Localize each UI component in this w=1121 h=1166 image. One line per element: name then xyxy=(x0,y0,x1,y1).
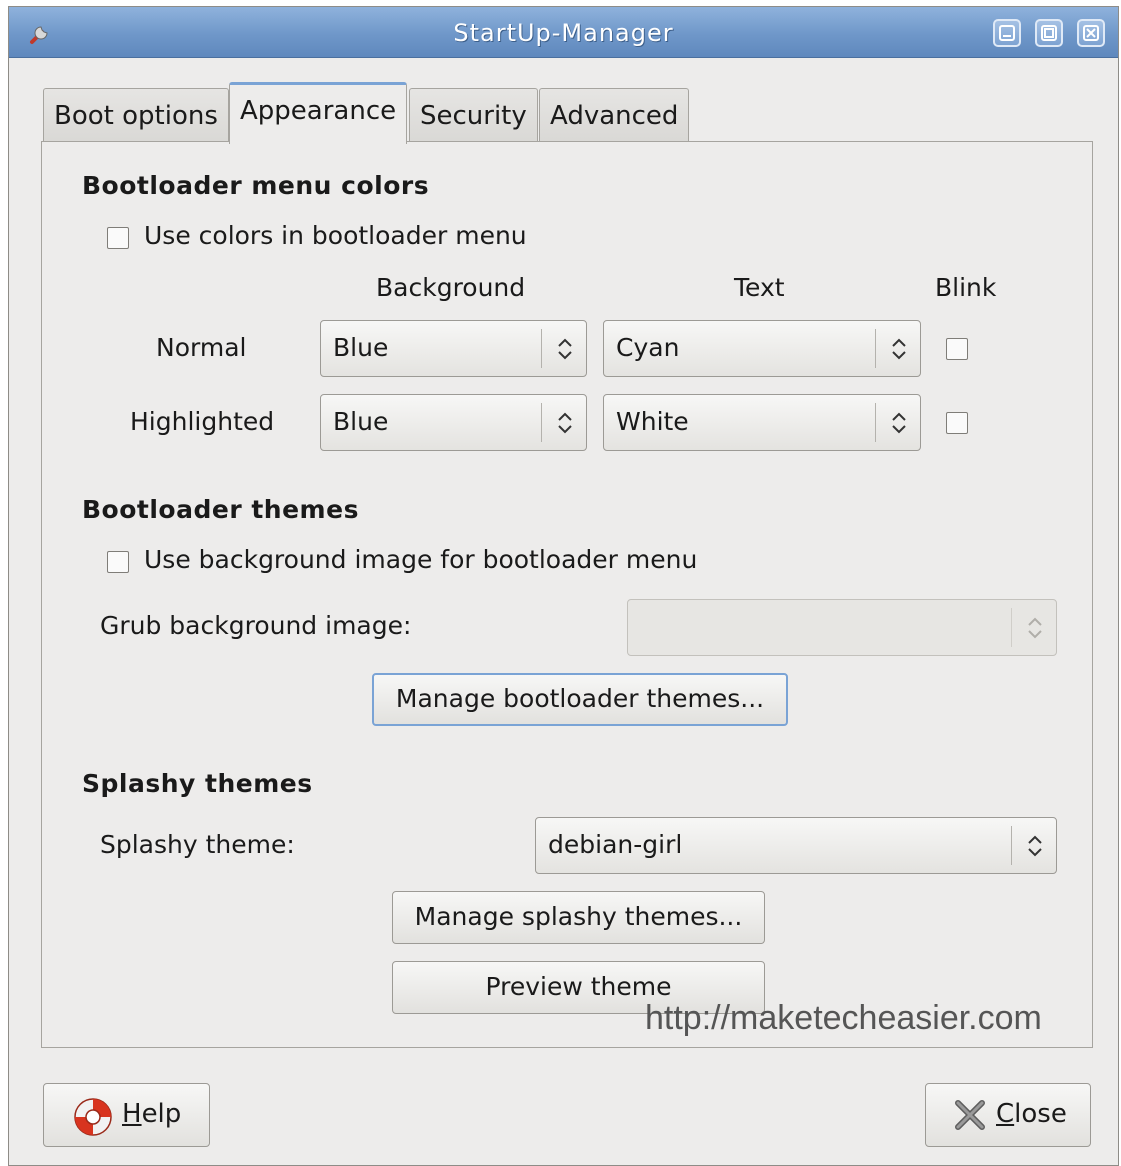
manage-splashy-themes-button[interactable]: Manage splashy themes... xyxy=(392,891,765,944)
combo-value: White xyxy=(616,407,689,436)
updown-arrow-icon xyxy=(892,338,906,360)
watermark-text: http://maketecheasier.com xyxy=(645,999,1042,1037)
section-heading-themes: Bootloader themes xyxy=(82,495,359,524)
column-header-blink: Blink xyxy=(935,273,997,302)
window-close-button[interactable] xyxy=(1077,19,1105,47)
normal-background-combo[interactable]: Blue xyxy=(320,320,587,377)
column-header-text: Text xyxy=(734,273,785,302)
normal-blink-checkbox[interactable] xyxy=(946,338,968,360)
column-header-background: Background xyxy=(376,273,526,302)
maximize-button[interactable] xyxy=(1035,19,1063,47)
close-button[interactable]: Close xyxy=(925,1083,1091,1147)
grub-background-combo[interactable] xyxy=(627,599,1057,656)
use-colors-checkbox[interactable] xyxy=(107,227,129,249)
x-icon xyxy=(952,1097,988,1140)
tab-advanced[interactable]: Advanced xyxy=(539,88,690,144)
updown-arrow-icon xyxy=(558,412,572,434)
use-colors-label[interactable]: Use colors in bootloader menu xyxy=(144,221,527,250)
close-button-label: Close xyxy=(996,1099,1067,1129)
minimize-button[interactable] xyxy=(993,19,1021,47)
close-mnemonic: C xyxy=(996,1099,1015,1129)
combo-value: Blue xyxy=(333,407,389,436)
row-label-normal: Normal xyxy=(156,333,247,362)
combo-value: Cyan xyxy=(616,333,680,362)
close-label-rest: lose xyxy=(1014,1099,1067,1129)
updown-arrow-icon xyxy=(558,338,572,360)
help-button[interactable]: Help xyxy=(43,1083,210,1147)
combo-value: debian-girl xyxy=(548,830,683,859)
title-bar[interactable]: StartUp-Manager xyxy=(9,7,1118,58)
help-label-rest: elp xyxy=(141,1099,182,1129)
splashy-theme-label: Splashy theme: xyxy=(100,830,295,859)
highlighted-blink-checkbox[interactable] xyxy=(946,412,968,434)
splashy-theme-combo[interactable]: debian-girl xyxy=(535,817,1057,874)
window-title: StartUp-Manager xyxy=(453,19,674,47)
combo-value: Blue xyxy=(333,333,389,362)
minimize-icon xyxy=(999,25,1015,41)
highlighted-text-combo[interactable]: White xyxy=(603,394,921,451)
use-background-image-label[interactable]: Use background image for bootloader menu xyxy=(144,545,697,574)
tab-security[interactable]: Security xyxy=(409,88,538,144)
row-label-highlighted: Highlighted xyxy=(130,407,275,436)
normal-text-combo[interactable]: Cyan xyxy=(603,320,921,377)
section-heading-colors: Bootloader menu colors xyxy=(82,171,430,200)
manage-bootloader-themes-button[interactable]: Manage bootloader themes... xyxy=(372,673,788,726)
help-button-label: Help xyxy=(122,1099,181,1129)
lifebuoy-icon xyxy=(72,1096,114,1145)
highlighted-background-combo[interactable]: Blue xyxy=(320,394,587,451)
section-heading-splashy: Splashy themes xyxy=(82,769,313,798)
tab-appearance[interactable]: Appearance xyxy=(229,82,408,144)
updown-arrow-icon xyxy=(1028,835,1042,857)
updown-arrow-icon xyxy=(892,412,906,434)
use-background-image-checkbox[interactable] xyxy=(107,551,129,573)
maximize-icon xyxy=(1041,25,1057,41)
close-window-icon xyxy=(1083,25,1099,41)
grub-background-label: Grub background image: xyxy=(100,611,412,640)
updown-arrow-icon xyxy=(1028,617,1042,639)
startup-manager-window: StartUp-Manager Boot options Appearance … xyxy=(8,6,1119,1166)
help-mnemonic: H xyxy=(122,1099,142,1129)
tab-boot-options[interactable]: Boot options xyxy=(43,88,229,144)
